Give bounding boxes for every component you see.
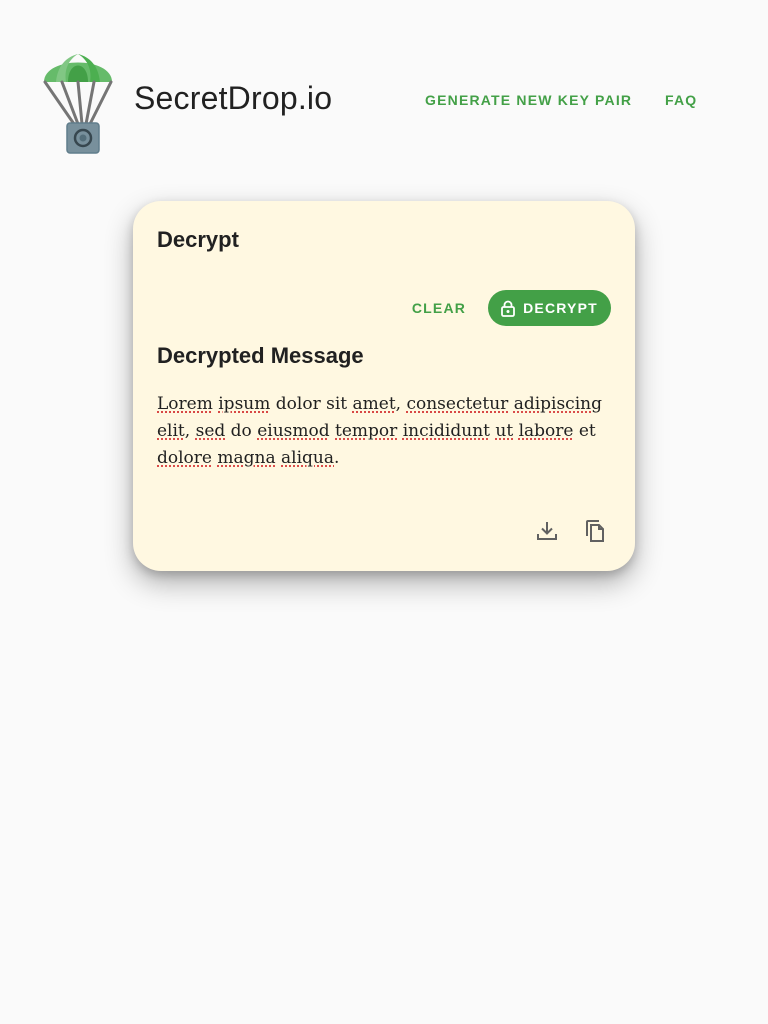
decrypt-card: Decrypt CLEAR DECRYPT Decrypted Message … (133, 201, 635, 571)
decrypted-message-title: Decrypted Message (157, 343, 364, 368)
brand-title: SecretDrop.io (134, 80, 333, 116)
faq-link[interactable]: FAQ (665, 92, 697, 108)
decrypted-message-text: Lorem ipsum dolor sit amet, consectetur … (157, 394, 602, 468)
lock-icon (501, 300, 516, 317)
decrypt-button-label: DECRYPT (523, 300, 598, 316)
download-button[interactable] (533, 517, 561, 545)
parachute-logo-icon (43, 54, 113, 154)
generate-key-pair-link[interactable]: GENERATE NEW KEY PAIR (425, 92, 632, 108)
copy-button[interactable] (581, 517, 609, 545)
copy-icon (586, 520, 604, 542)
card-title: Decrypt (157, 227, 239, 252)
decrypt-button[interactable]: DECRYPT (488, 290, 611, 326)
download-icon (537, 522, 557, 540)
app-header: SecretDrop.io GENERATE NEW KEY PAIR FAQ (0, 0, 768, 200)
clear-button[interactable]: CLEAR (405, 290, 473, 326)
